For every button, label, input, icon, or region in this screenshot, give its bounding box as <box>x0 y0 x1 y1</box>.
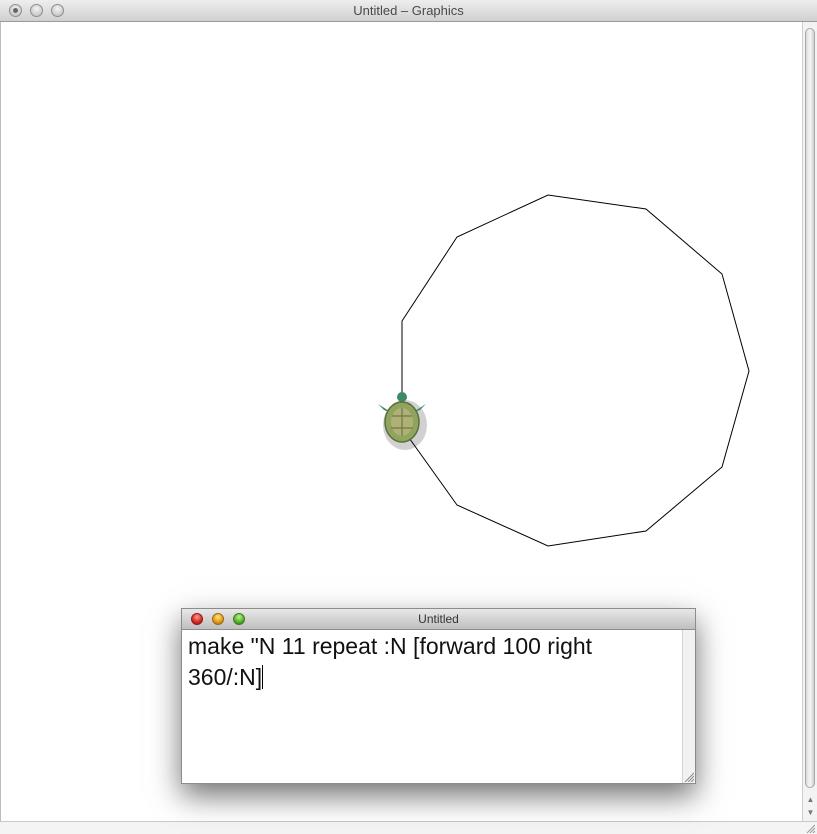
command-resize-handle-icon[interactable] <box>683 771 694 782</box>
resize-handle-icon[interactable] <box>805 823 815 833</box>
vertical-scrollbar[interactable]: ▲ ▼ <box>802 22 817 821</box>
horizontal-scrollbar[interactable] <box>0 821 817 834</box>
command-code: make "N 11 repeat :N [forward 100 right … <box>188 633 593 690</box>
text-caret <box>262 665 264 689</box>
scroll-down-arrow-icon[interactable]: ▼ <box>806 808 815 817</box>
command-window-titlebar[interactable]: Untitled <box>182 609 695 630</box>
turtle-icon <box>378 392 427 450</box>
command-vertical-scrollbar[interactable] <box>682 630 695 783</box>
scroll-up-arrow-icon[interactable]: ▲ <box>806 795 815 804</box>
command-window-title: Untitled <box>418 612 459 626</box>
command-window: Untitled make "N 11 repeat :N [forward 1… <box>181 608 696 784</box>
command-editor[interactable]: make "N 11 repeat :N [forward 100 right … <box>188 631 676 693</box>
polygon-path <box>401 194 750 547</box>
scrollbar-thumb[interactable] <box>805 28 815 788</box>
